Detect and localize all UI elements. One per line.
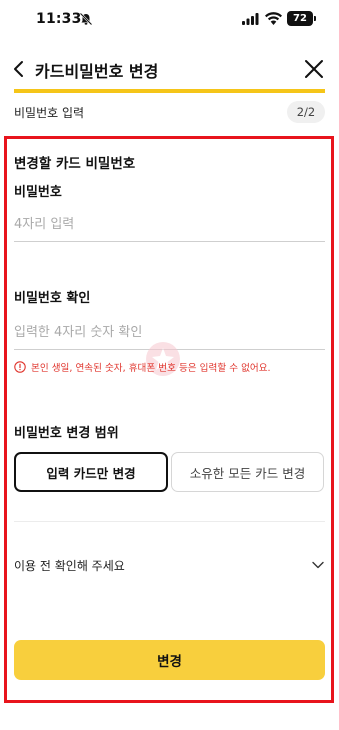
status-bar: 11:33 72 [0,0,339,40]
status-time: 11:33 [36,11,82,27]
signal-icon [242,13,259,25]
step-badge: 2/2 [287,101,325,123]
progress-bar [14,89,325,93]
page-title: 카드비밀번호 변경 [35,62,159,81]
scope-option-this-card[interactable]: 입력 카드만 변경 [14,452,168,492]
wifi-icon [265,12,282,25]
scope-option-all-cards[interactable]: 소유한 모든 카드 변경 [171,452,324,492]
step-label: 비밀번호 입력 [14,106,85,120]
back-icon[interactable] [6,56,32,82]
password-label: 비밀번호 [14,185,62,200]
close-icon[interactable] [301,56,327,82]
scope-title: 비밀번호 변경 범위 [14,426,119,441]
notice-label: 이용 전 확인해 주세요 [14,559,125,573]
bell-off-icon [79,12,93,26]
password-input[interactable] [14,208,325,242]
alert-circle-icon [14,361,26,373]
app-header: 카드비밀번호 변경 [0,46,339,90]
password-confirm-label: 비밀번호 확인 [14,291,91,306]
divider [14,521,325,522]
progress-fill [14,89,325,93]
section-title: 변경할 카드 비밀번호 [14,156,136,172]
chevron-down-icon [312,561,324,569]
error-text: 본인 생일, 연속된 숫자, 휴대폰 번호 등은 입력할 수 없어요. [31,363,271,374]
battery-icon: 72 [287,11,316,26]
notice-accordion[interactable]: 이용 전 확인해 주세요 [14,552,325,578]
step-indicator: 비밀번호 입력 2/2 [14,100,325,126]
submit-button[interactable]: 변경 [14,640,325,680]
error-message: 본인 생일, 연속된 숫자, 휴대폰 번호 등은 입력할 수 없어요. [14,360,334,376]
